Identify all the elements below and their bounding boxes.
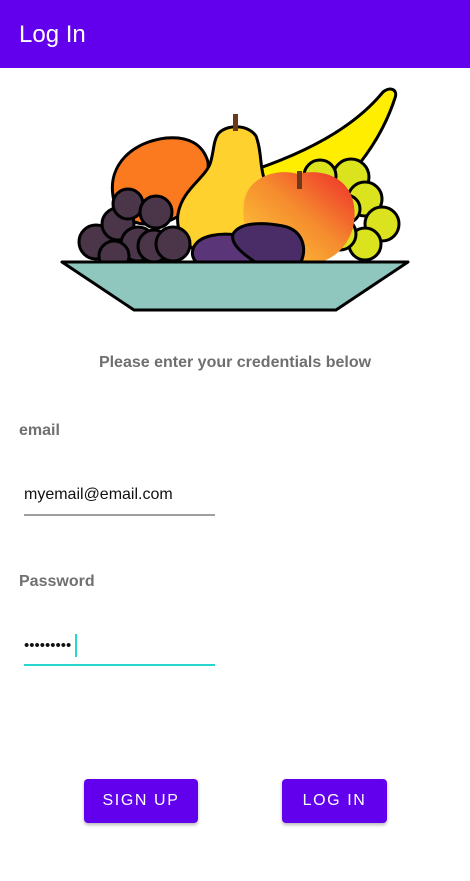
email-field[interactable]: myemail@email.com: [24, 480, 215, 516]
app-bar: Log In: [0, 0, 470, 68]
password-label: Password: [19, 573, 95, 590]
email-label: email: [19, 422, 60, 439]
fruit-bowl-illustration: [60, 87, 410, 312]
password-value: •••••••••: [24, 637, 72, 654]
text-cursor: [75, 634, 77, 657]
credentials-prompt: Please enter your credentials below: [98, 354, 372, 371]
page-title: Log In: [19, 21, 86, 48]
log-in-button[interactable]: LOG IN: [282, 779, 387, 823]
sign-up-button[interactable]: SIGN UP: [84, 779, 198, 823]
email-value: myemail@email.com: [24, 486, 173, 503]
password-field[interactable]: •••••••••: [24, 630, 215, 666]
